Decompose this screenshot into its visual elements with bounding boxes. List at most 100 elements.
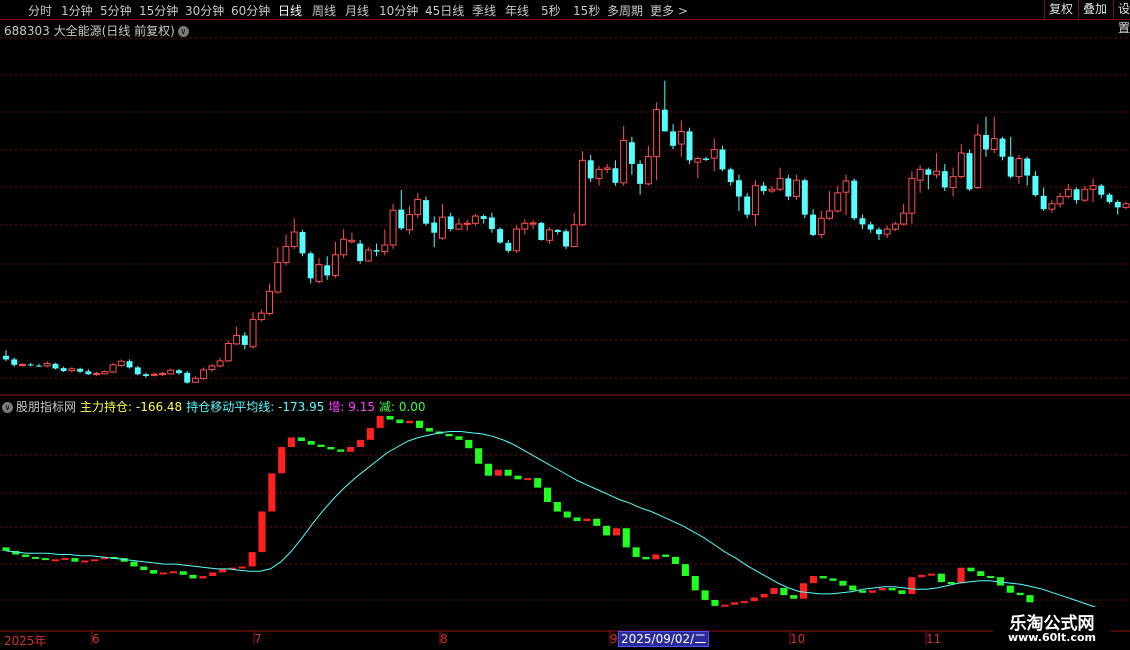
candle-body	[505, 242, 512, 251]
indicator-bar	[918, 574, 926, 578]
candle-body	[257, 312, 265, 321]
candle-body	[463, 222, 471, 225]
candle-body	[27, 364, 34, 366]
indicator-bar	[859, 590, 867, 593]
indicator-bar	[248, 552, 256, 567]
candle-body	[93, 373, 101, 376]
indicator-bar	[159, 572, 168, 575]
indicator-bar	[396, 419, 404, 424]
candle-body	[925, 169, 932, 175]
candle-body	[191, 377, 199, 383]
candle-body	[282, 245, 290, 263]
candle-body	[587, 160, 594, 179]
candle-body	[710, 148, 718, 159]
candle-body	[661, 109, 668, 132]
candle-body	[455, 223, 463, 230]
indicator-bar	[632, 547, 640, 557]
indicator-bar	[967, 567, 975, 572]
indicator-bar	[927, 573, 936, 576]
time-axis-label-0: 2025年	[4, 634, 47, 648]
candle-body	[694, 158, 702, 163]
candle-body	[224, 342, 232, 362]
indicator-bar	[150, 570, 158, 574]
chevron-down-icon[interactable]: ∨	[2, 402, 13, 413]
candle-body	[603, 167, 611, 170]
candle-body	[167, 369, 175, 375]
candle-body	[423, 200, 429, 224]
candle-body	[595, 168, 603, 179]
indicator-bar	[849, 585, 857, 591]
candle-body	[842, 180, 850, 193]
candle-body	[957, 152, 965, 178]
candle-body	[398, 209, 405, 229]
candle-body	[216, 360, 224, 367]
indicator-bar	[169, 571, 177, 574]
indicator-bar	[91, 559, 99, 562]
watermark: 乐淘公式网 www.60lt.com	[993, 607, 1111, 649]
candle-body	[19, 363, 26, 367]
indicator-bar	[22, 554, 30, 557]
candle-body	[43, 362, 51, 367]
indicator-bar	[721, 604, 729, 607]
indicator-bar	[71, 558, 79, 562]
candle-body	[414, 198, 422, 216]
candle-body	[1114, 201, 1121, 208]
indicator-bar	[671, 556, 680, 565]
time-axis-label-1: 6	[92, 632, 100, 646]
candle-body	[447, 216, 454, 230]
candle-body	[883, 228, 891, 235]
time-axis-label-3: 8	[440, 632, 448, 646]
ma-label: 持仓移动平均线: -173.95	[186, 400, 325, 414]
candle-body	[1122, 203, 1130, 208]
candle-body	[117, 360, 125, 367]
indicator-bar	[750, 597, 758, 602]
indicator-bar	[425, 427, 433, 432]
indicator-bar	[809, 576, 817, 584]
candle-body	[686, 131, 693, 161]
candle-body	[497, 229, 504, 243]
candle-body	[727, 169, 734, 183]
candle-body	[1024, 158, 1031, 176]
candle-body	[579, 159, 586, 226]
candle-body	[406, 214, 413, 231]
indicator-bar	[593, 518, 601, 526]
candle-body	[357, 243, 364, 261]
candle-body	[810, 214, 817, 235]
candle-body	[974, 134, 982, 188]
indicator-bar	[839, 580, 847, 586]
candle-body	[529, 222, 537, 225]
indicator-bar	[652, 554, 660, 560]
candle-body	[546, 229, 553, 241]
candle-body	[644, 156, 652, 185]
indicator-bar	[2, 547, 10, 551]
time-axis-label-2: 7	[254, 632, 262, 646]
indicator-bar	[534, 478, 542, 488]
candle-body	[990, 138, 998, 150]
candle-body	[299, 231, 306, 254]
candle-body	[1040, 195, 1047, 210]
candle-body	[1106, 194, 1113, 202]
indicator-bar	[376, 415, 384, 428]
indicator-bar	[937, 573, 945, 582]
indicator-bar	[465, 439, 473, 449]
indicator-bar	[287, 437, 296, 448]
candle-body	[307, 253, 314, 279]
candle-body	[1032, 175, 1039, 196]
chart-canvas[interactable]	[0, 0, 1130, 650]
candle-body	[933, 170, 941, 176]
candle-body	[241, 335, 248, 345]
candle-body	[480, 216, 487, 219]
indicator-bar	[819, 576, 827, 579]
candle-body	[134, 367, 141, 375]
candle-body	[208, 365, 216, 371]
indicator-name: 股朋指标网	[16, 400, 77, 414]
indicator-bar	[514, 475, 522, 480]
indicator-bar	[140, 566, 148, 571]
indicator-bar	[770, 587, 778, 594]
candle-body	[677, 130, 685, 145]
indicator-bar	[258, 511, 266, 553]
candle-body	[348, 239, 356, 243]
ma-line	[5, 431, 1107, 612]
candle-body	[143, 374, 149, 377]
candle-body	[77, 368, 84, 372]
